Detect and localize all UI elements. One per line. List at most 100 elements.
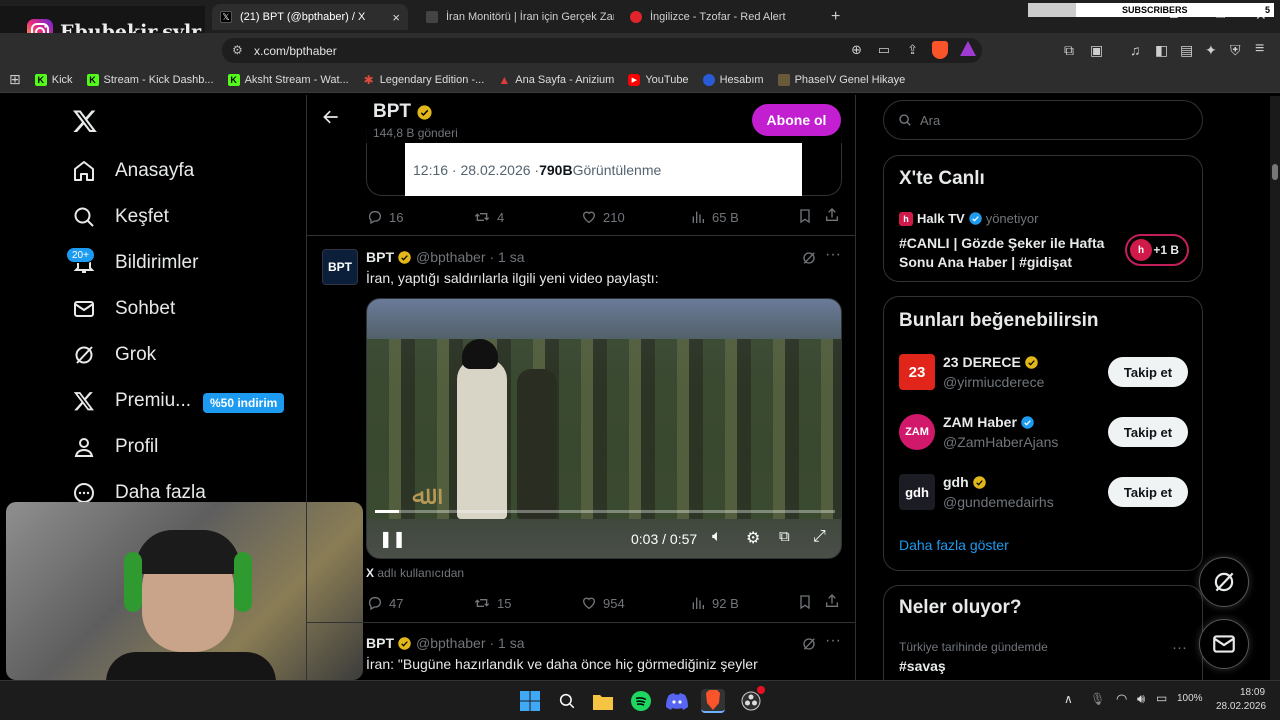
avatar[interactable]: ZAM xyxy=(899,414,935,450)
media-icon[interactable]: ♫ xyxy=(1130,42,1141,58)
nav-chat[interactable]: Sohbet xyxy=(72,297,175,321)
pause-icon[interactable]: ❚❚ xyxy=(379,529,406,549)
more-options-icon[interactable]: ··· xyxy=(825,246,841,264)
page-scrollbar[interactable] xyxy=(1270,96,1280,680)
like-action[interactable]: 210 xyxy=(581,209,625,225)
brave-taskbar-icon[interactable] xyxy=(701,689,725,713)
spotify-icon[interactable] xyxy=(629,689,653,713)
avatar[interactable]: gdh xyxy=(899,474,935,510)
x-logo-icon[interactable] xyxy=(72,108,98,134)
nav-home[interactable]: Anasayfa xyxy=(72,159,194,183)
share-icon[interactable]: ⇪ xyxy=(907,42,918,58)
suggestion-name[interactable]: gdh xyxy=(943,474,987,490)
post-time[interactable]: · 1 sa xyxy=(489,249,524,265)
menu-icon[interactable]: ≡ xyxy=(1255,40,1264,58)
bookmark-anizium[interactable]: ▲ Ana Sayfa - Anizium xyxy=(498,73,614,87)
wallet-card-icon[interactable]: ▤ xyxy=(1180,42,1193,59)
live-listeners-pill[interactable]: h +1 B xyxy=(1125,234,1189,266)
video-player[interactable]: ﷲ ❚❚ 0:03 / 0:57 🔈︎ ⚙ ⧉ ⤢ xyxy=(366,298,842,559)
wallet-icon[interactable]: ▣ xyxy=(1090,42,1103,59)
live-host[interactable]: h Halk TV yönetiyor xyxy=(899,211,1038,226)
volume-icon[interactable]: 🔈︎ xyxy=(712,528,722,546)
zoom-icon[interactable]: ⊕ xyxy=(851,42,862,58)
show-more-link[interactable]: Daha fazla göster xyxy=(899,537,1009,553)
url-field[interactable]: ⚙ x.com/bpthaber ⊕ ▭ ⇪ xyxy=(222,38,982,63)
fullscreen-icon[interactable]: ⤢ xyxy=(813,528,826,546)
clock-date[interactable]: 28.02.2026 xyxy=(1216,701,1266,712)
grok-explain-icon[interactable] xyxy=(801,250,817,271)
suggestion-name[interactable]: 23 DERECE xyxy=(943,354,1039,370)
tray-overflow-icon[interactable]: ∧ xyxy=(1064,692,1073,706)
taskbar-search-icon[interactable] xyxy=(555,689,579,713)
tab-tzofar[interactable]: İngilizce - Tzofar - Red Alert xyxy=(622,4,818,30)
follow-button[interactable]: Takip et xyxy=(1108,477,1188,507)
obs-icon[interactable] xyxy=(739,686,765,713)
speaker-icon[interactable]: 🔊︎ xyxy=(1137,691,1145,707)
author-name[interactable]: BPT xyxy=(366,635,394,651)
bookmark-hesabim[interactable]: Hesabım xyxy=(702,73,764,86)
clock-time[interactable]: 18:09 xyxy=(1240,687,1265,698)
tab-bpthaber[interactable]: 𝕏 (21) BPT (@bpthaber) / X × xyxy=(212,4,408,30)
extensions-icon[interactable]: ⧉ xyxy=(1064,42,1074,59)
nav-profile[interactable]: Profil xyxy=(72,435,158,459)
grok-floating-button[interactable] xyxy=(1199,557,1249,607)
nav-premium[interactable]: Premiu... xyxy=(72,389,191,413)
messages-floating-button[interactable] xyxy=(1199,619,1249,669)
suggestion-handle[interactable]: @ZamHaberAjans xyxy=(943,434,1058,450)
like-action[interactable]: 954 xyxy=(581,595,625,611)
bookmark-icon[interactable] xyxy=(797,594,813,615)
subscribe-button[interactable]: Abone ol xyxy=(752,104,841,136)
share-post-icon[interactable] xyxy=(824,207,840,228)
brave-shields-icon[interactable] xyxy=(932,41,948,59)
cast-icon[interactable]: ▭ xyxy=(878,42,890,58)
repost-action[interactable]: 15 xyxy=(473,595,511,611)
grok-explain-icon[interactable] xyxy=(801,636,817,657)
bookmark-aksht-stream[interactable]: K Aksht Stream - Wat... xyxy=(227,73,349,86)
picture-in-picture-icon[interactable]: ⧉ xyxy=(779,528,790,545)
suggestion-handle[interactable]: @yirmiucderece xyxy=(943,374,1044,390)
scrollbar-thumb[interactable] xyxy=(1272,164,1278,180)
repost-action[interactable]: 4 xyxy=(473,209,504,225)
battery-icon[interactable]: ▭ xyxy=(1156,691,1167,705)
leo-ai-icon[interactable]: ✦ xyxy=(1205,42,1217,59)
nav-grok[interactable]: Grok xyxy=(72,343,156,367)
reply-action[interactable]: 47 xyxy=(367,595,403,611)
brave-rewards-icon[interactable] xyxy=(960,41,976,56)
close-tab-icon[interactable]: × xyxy=(392,10,400,25)
follow-button[interactable]: Takip et xyxy=(1108,417,1188,447)
wifi-icon[interactable]: ◠ xyxy=(1116,691,1127,707)
views-action[interactable]: 65 B xyxy=(690,209,739,225)
microphone-icon[interactable]: 🎙︎ xyxy=(1090,692,1105,706)
bookmark-legendary-edition[interactable]: ✱ Legendary Edition -... xyxy=(363,73,485,87)
suggestion-handle[interactable]: @gundemedairhs xyxy=(943,494,1054,510)
site-settings-icon[interactable]: ⚙ xyxy=(232,43,243,57)
avatar[interactable]: BPT xyxy=(322,249,358,285)
reply-action[interactable]: 16 xyxy=(367,209,403,225)
trend-more-icon[interactable]: ··· xyxy=(1172,639,1187,656)
back-arrow-icon[interactable] xyxy=(321,107,341,132)
bookmark-youtube[interactable]: ▶ YouTube xyxy=(628,73,689,86)
file-explorer-icon[interactable] xyxy=(591,689,615,713)
author-handle[interactable]: @bpthaber xyxy=(416,249,485,265)
suggestion-name[interactable]: ZAM Haber xyxy=(943,414,1035,430)
video-progress-track[interactable] xyxy=(375,510,835,513)
more-options-icon[interactable]: ··· xyxy=(825,632,841,650)
settings-gear-icon[interactable]: ⚙ xyxy=(746,528,760,548)
bookmark-kick[interactable]: K Kick xyxy=(34,73,73,86)
new-tab-icon[interactable]: + xyxy=(831,8,840,26)
trend-topic[interactable]: #savaş xyxy=(899,658,946,674)
nav-explore[interactable]: Keşfet xyxy=(72,205,169,229)
bookmark-icon[interactable] xyxy=(797,208,813,229)
vpn-icon[interactable]: ⛨ xyxy=(1230,42,1241,59)
author-name[interactable]: BPT xyxy=(366,249,394,265)
share-post-icon[interactable] xyxy=(824,593,840,614)
video-source[interactable]: X adlı kullanıcıdan xyxy=(366,566,464,580)
discord-icon[interactable] xyxy=(665,689,689,713)
apps-grid-icon[interactable]: ⊞ xyxy=(9,71,21,88)
live-headline[interactable]: #CANLI | Gözde Şeker ile Hafta Sonu Ana … xyxy=(899,234,1109,272)
sidebar-icon[interactable]: ◧ xyxy=(1155,42,1168,59)
search-input[interactable]: Ara xyxy=(883,100,1203,140)
avatar[interactable]: 23 xyxy=(899,354,935,390)
bookmark-phaseiv[interactable]: PhaseIV Genel Hikaye xyxy=(777,73,905,86)
views-action[interactable]: 92 B xyxy=(690,595,739,611)
